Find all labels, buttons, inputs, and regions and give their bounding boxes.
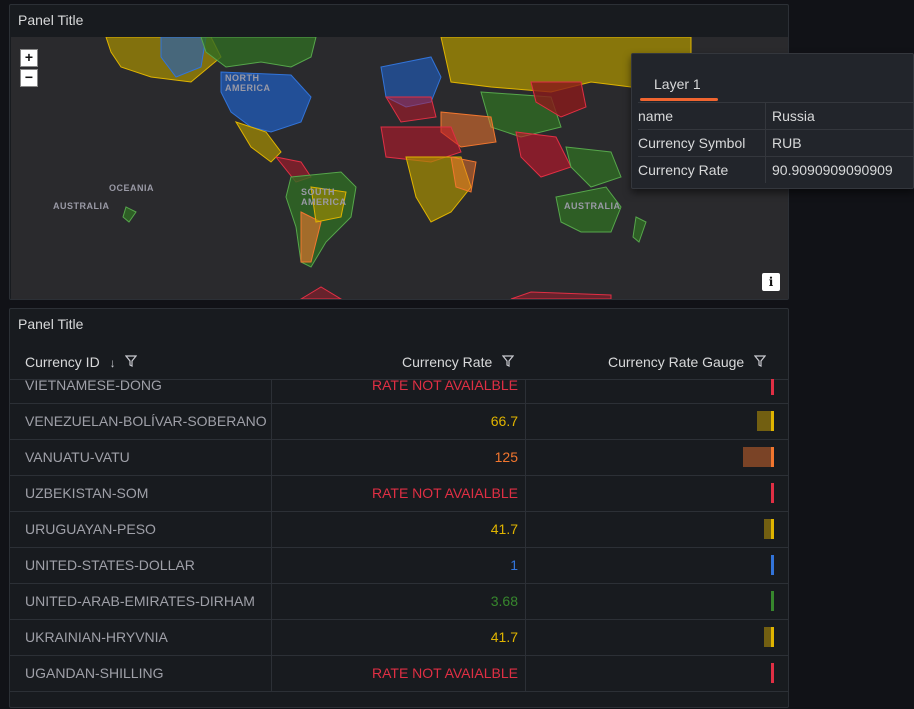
cell-rate-gauge-edge <box>771 519 774 539</box>
column-header-currency-rate[interactable]: Currency Rate <box>402 354 515 370</box>
cell-currency-rate: 41.7 <box>490 629 518 645</box>
table-row[interactable]: VANUATU-VATU 125 <box>10 439 788 476</box>
tooltip-row: Currency Rate 90.9090909090909 <box>638 156 914 183</box>
cell-currency-id: UKRAINIAN-HRYVNIA <box>25 629 168 645</box>
cell-rate-gauge-edge <box>771 591 774 611</box>
arrow-down-icon[interactable]: ↓ <box>110 356 116 370</box>
tooltip-value: Russia <box>772 108 815 124</box>
map-label-north-america: NORTH AMERICA <box>225 73 271 93</box>
column-header-currency-id[interactable]: Currency ID ↓ <box>25 354 138 370</box>
filter-icon[interactable] <box>125 355 138 370</box>
table-row[interactable]: UGANDAN-SHILLING RATE NOT AVAIALBLE <box>10 655 788 692</box>
table-header: Currency ID ↓ Currency Rate Currency Rat… <box>10 347 788 380</box>
cell-currency-id: VIETNAMESE-DONG <box>25 379 162 393</box>
map-label-australia-right: AUSTRALIA <box>564 201 621 211</box>
tooltip-row: Currency Symbol RUB <box>638 129 914 156</box>
column-header-label: Currency ID <box>25 354 100 370</box>
map-region-europe-south[interactable] <box>385 96 437 123</box>
table-panel: Panel Title Currency ID ↓ Currency Rate … <box>9 308 789 708</box>
map-panel-title[interactable]: Panel Title <box>18 12 83 28</box>
cell-rate-gauge-edge <box>771 483 774 503</box>
tooltip-tab-underline <box>640 98 718 101</box>
map-tooltip: Layer 1 name Russia Currency Symbol RUB … <box>631 53 914 189</box>
map-region-arctic[interactable] <box>200 37 317 68</box>
info-icon[interactable]: i <box>762 273 780 291</box>
cell-currency-rate: 66.7 <box>490 413 518 429</box>
table-row[interactable]: UKRAINIAN-HRYVNIA 41.7 <box>10 619 788 656</box>
cell-currency-id: UNITED-STATES-DOLLAR <box>25 557 195 573</box>
table-row[interactable]: VENEZUELAN-BOLÍVAR-SOBERANO 66.7 <box>10 403 788 440</box>
cell-rate-gauge-edge <box>771 555 774 575</box>
column-header-label: Currency Rate <box>402 354 493 370</box>
cell-rate-gauge-edge <box>771 379 774 395</box>
cell-currency-id: UNITED-ARAB-EMIRATES-DIRHAM <box>25 593 255 609</box>
map-label-south-america: SOUTH AMERICA <box>301 187 347 207</box>
cell-currency-rate: RATE NOT AVAIALBLE <box>371 665 518 681</box>
map-region-nz-left[interactable] <box>122 206 137 223</box>
cell-currency-id: UZBEKISTAN-SOM <box>25 485 149 501</box>
map-region-new-zealand[interactable] <box>632 216 647 243</box>
cell-rate-gauge-edge <box>771 627 774 647</box>
cell-currency-rate: 41.7 <box>490 521 518 537</box>
cell-currency-rate: 125 <box>494 449 518 465</box>
tooltip-key: name <box>638 108 674 124</box>
cell-rate-gauge-edge <box>771 663 774 683</box>
cell-rate-gauge-edge <box>771 411 774 431</box>
table-body[interactable]: VIETNAMESE-DONG RATE NOT AVAIALBLE VENEZUE… <box>10 379 788 709</box>
table-row[interactable]: UNITED-ARAB-EMIRATES-DIRHAM 3.68 <box>10 583 788 620</box>
tooltip-value: 90.9090909090909 <box>772 162 893 178</box>
cell-rate-gauge-edge <box>771 447 774 467</box>
cell-currency-rate: RATE NOT AVAIALBLE <box>371 379 518 393</box>
column-header-label: Currency Rate Gauge <box>608 354 745 370</box>
map-label-australia-left: AUSTRALIA <box>53 201 110 211</box>
table-panel-title[interactable]: Panel Title <box>18 316 83 332</box>
map-region-south-asia[interactable] <box>515 131 572 178</box>
table-row[interactable]: VIETNAMESE-DONG RATE NOT AVAIALBLE <box>10 379 788 404</box>
table-row[interactable]: URUGUAYAN-PESO 41.7 <box>10 511 788 548</box>
tooltip-key: Currency Rate <box>638 162 729 178</box>
tooltip-value: RUB <box>772 135 802 151</box>
cell-currency-id: URUGUAYAN-PESO <box>25 521 156 537</box>
cell-currency-id: VENEZUELAN-BOLÍVAR-SOBERANO <box>25 413 267 429</box>
tooltip-tab-layer[interactable]: Layer 1 <box>654 76 701 92</box>
table-row[interactable]: UNITED-STATES-DOLLAR 1 <box>10 547 788 584</box>
zoom-in-button[interactable]: + <box>20 49 38 67</box>
map-label-oceania: OCEANIA <box>109 183 155 193</box>
cell-currency-rate: 1 <box>510 557 518 573</box>
map-region-antarctica[interactable] <box>300 286 612 299</box>
cell-currency-rate: 3.68 <box>490 593 518 609</box>
map-region-southeast-asia[interactable] <box>565 146 622 188</box>
tooltip-row: name Russia <box>638 102 914 129</box>
filter-icon[interactable] <box>753 355 767 370</box>
filter-icon[interactable] <box>501 355 515 370</box>
tooltip-key: Currency Symbol <box>638 135 746 151</box>
column-header-currency-rate-gauge[interactable]: Currency Rate Gauge <box>608 354 767 370</box>
cell-currency-rate: RATE NOT AVAIALBLE <box>371 485 518 501</box>
table-row[interactable]: UZBEKISTAN-SOM RATE NOT AVAIALBLE <box>10 475 788 512</box>
cell-currency-id: UGANDAN-SHILLING <box>25 665 164 681</box>
cell-rate-gauge <box>743 447 773 467</box>
cell-currency-id: VANUATU-VATU <box>25 449 130 465</box>
zoom-out-button[interactable]: − <box>20 69 38 87</box>
